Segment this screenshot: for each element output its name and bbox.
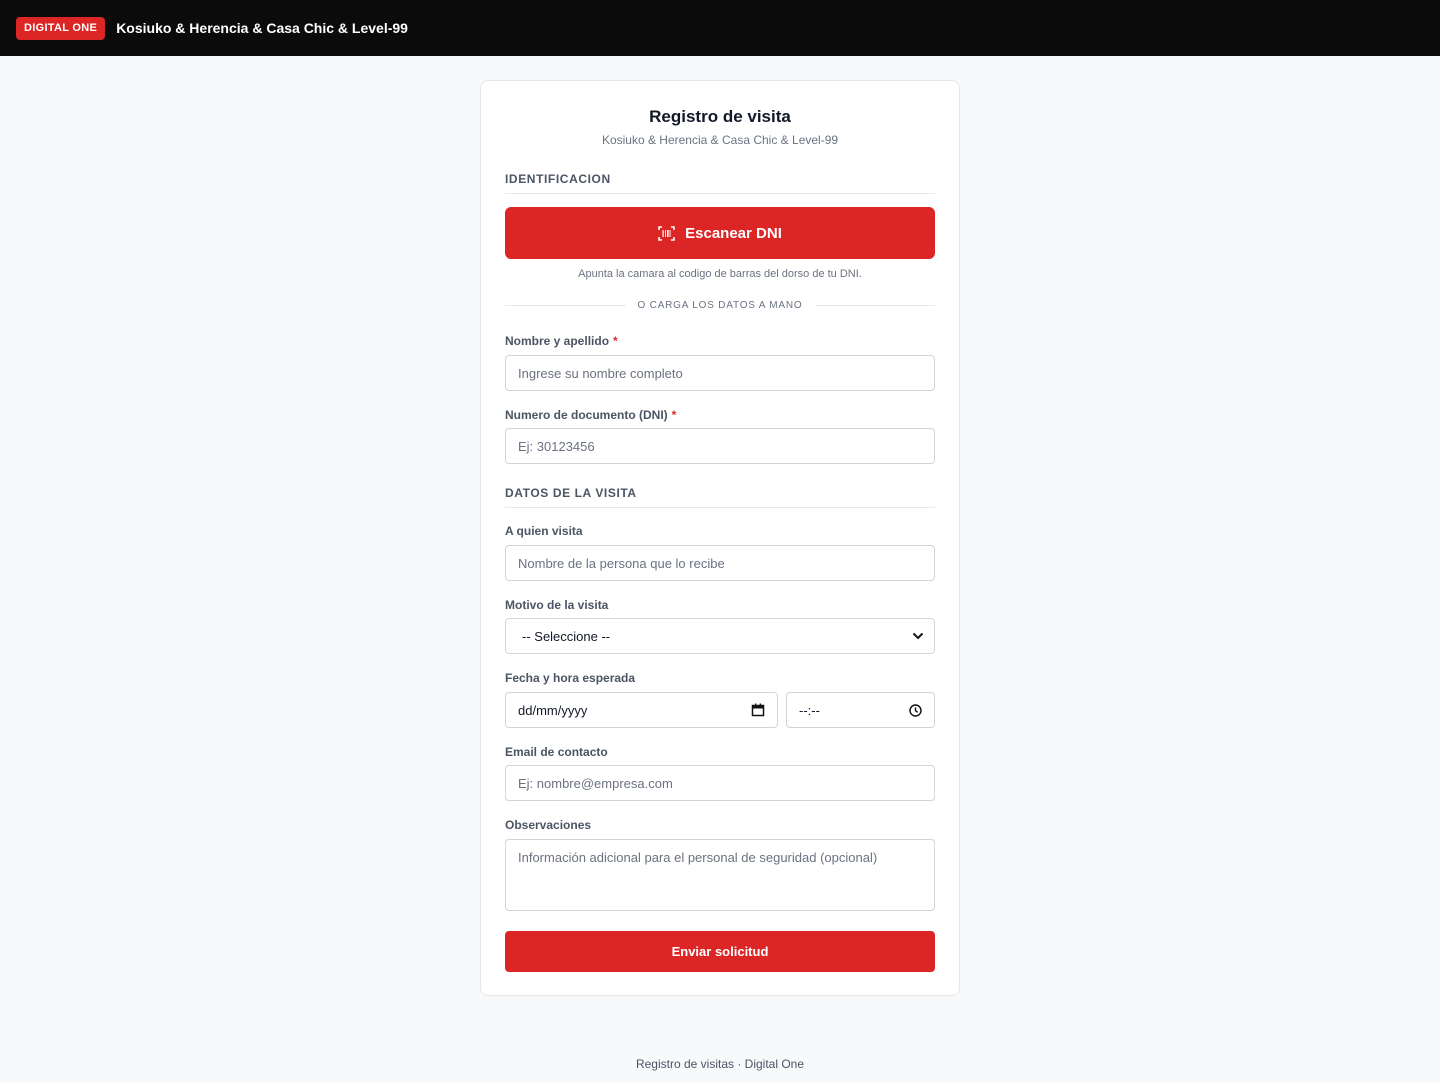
notes-label: Observaciones <box>505 818 592 832</box>
email-input[interactable] <box>505 765 935 801</box>
datetime-label: Fecha y hora esperada <box>505 671 636 685</box>
clock-icon[interactable] <box>909 703 922 717</box>
manual-entry-divider: O CARGA LOS DATOS A MANO <box>505 298 936 312</box>
visit-form-card: Registro de visita Kosiuko & Herencia & … <box>480 80 960 996</box>
submit-button[interactable]: Enviar solicitud <box>505 931 935 972</box>
date-input[interactable]: dd/mm/yyyy <box>505 692 778 728</box>
chevron-down-icon <box>912 632 924 640</box>
scan-dni-button[interactable]: Escanear DNI <box>505 207 935 259</box>
name-label-text: Nombre y apellido <box>505 334 610 348</box>
form-subtitle: Kosiuko & Herencia & Casa Chic & Level-9… <box>601 133 839 147</box>
header-title: Kosiuko & Herencia & Casa Chic & Level-9… <box>116 20 408 36</box>
form-title: Registro de visita <box>649 107 791 126</box>
divider-line-right <box>814 304 936 306</box>
notes-textarea[interactable] <box>505 839 935 911</box>
barcode-scan-icon <box>658 225 675 241</box>
date-placeholder: dd/mm/yyyy <box>518 702 588 718</box>
dni-label-text: Numero de documento (DNI) <box>505 408 668 422</box>
brand-badge: DIGITAL ONE <box>16 16 106 40</box>
host-input[interactable] <box>505 545 935 581</box>
required-mark: * <box>671 408 677 422</box>
footer-text: Registro de visitas · Digital One <box>635 1057 805 1071</box>
name-label: Nombre y apellido * <box>505 334 618 348</box>
reason-selected-value: -- Seleccione -- <box>522 628 611 644</box>
divider-text: O CARGA LOS DATOS A MANO <box>637 299 803 311</box>
dni-input[interactable] <box>505 428 935 464</box>
email-label: Email de contacto <box>505 745 608 759</box>
section-visit-heading: DATOS DE LA VISITA <box>505 486 935 508</box>
time-placeholder: --:-- <box>799 702 820 718</box>
divider-line-left <box>505 304 626 306</box>
name-input[interactable] <box>505 355 935 391</box>
host-label: A quien visita <box>505 524 583 538</box>
reason-select[interactable]: -- Seleccione -- <box>505 618 935 654</box>
scan-hint: Apunta la camara al codigo de barras del… <box>578 268 862 280</box>
required-mark: * <box>613 334 618 348</box>
scan-dni-label: Escanear DNI <box>685 224 782 242</box>
dni-label: Numero de documento (DNI) * <box>505 408 676 422</box>
top-bar: DIGITAL ONE Kosiuko & Herencia & Casa Ch… <box>0 0 1440 56</box>
time-input[interactable]: --:-- <box>786 692 935 728</box>
reason-label: Motivo de la visita <box>505 598 609 612</box>
calendar-icon[interactable] <box>751 703 765 717</box>
section-identification-heading: IDENTIFICACION <box>505 172 935 194</box>
